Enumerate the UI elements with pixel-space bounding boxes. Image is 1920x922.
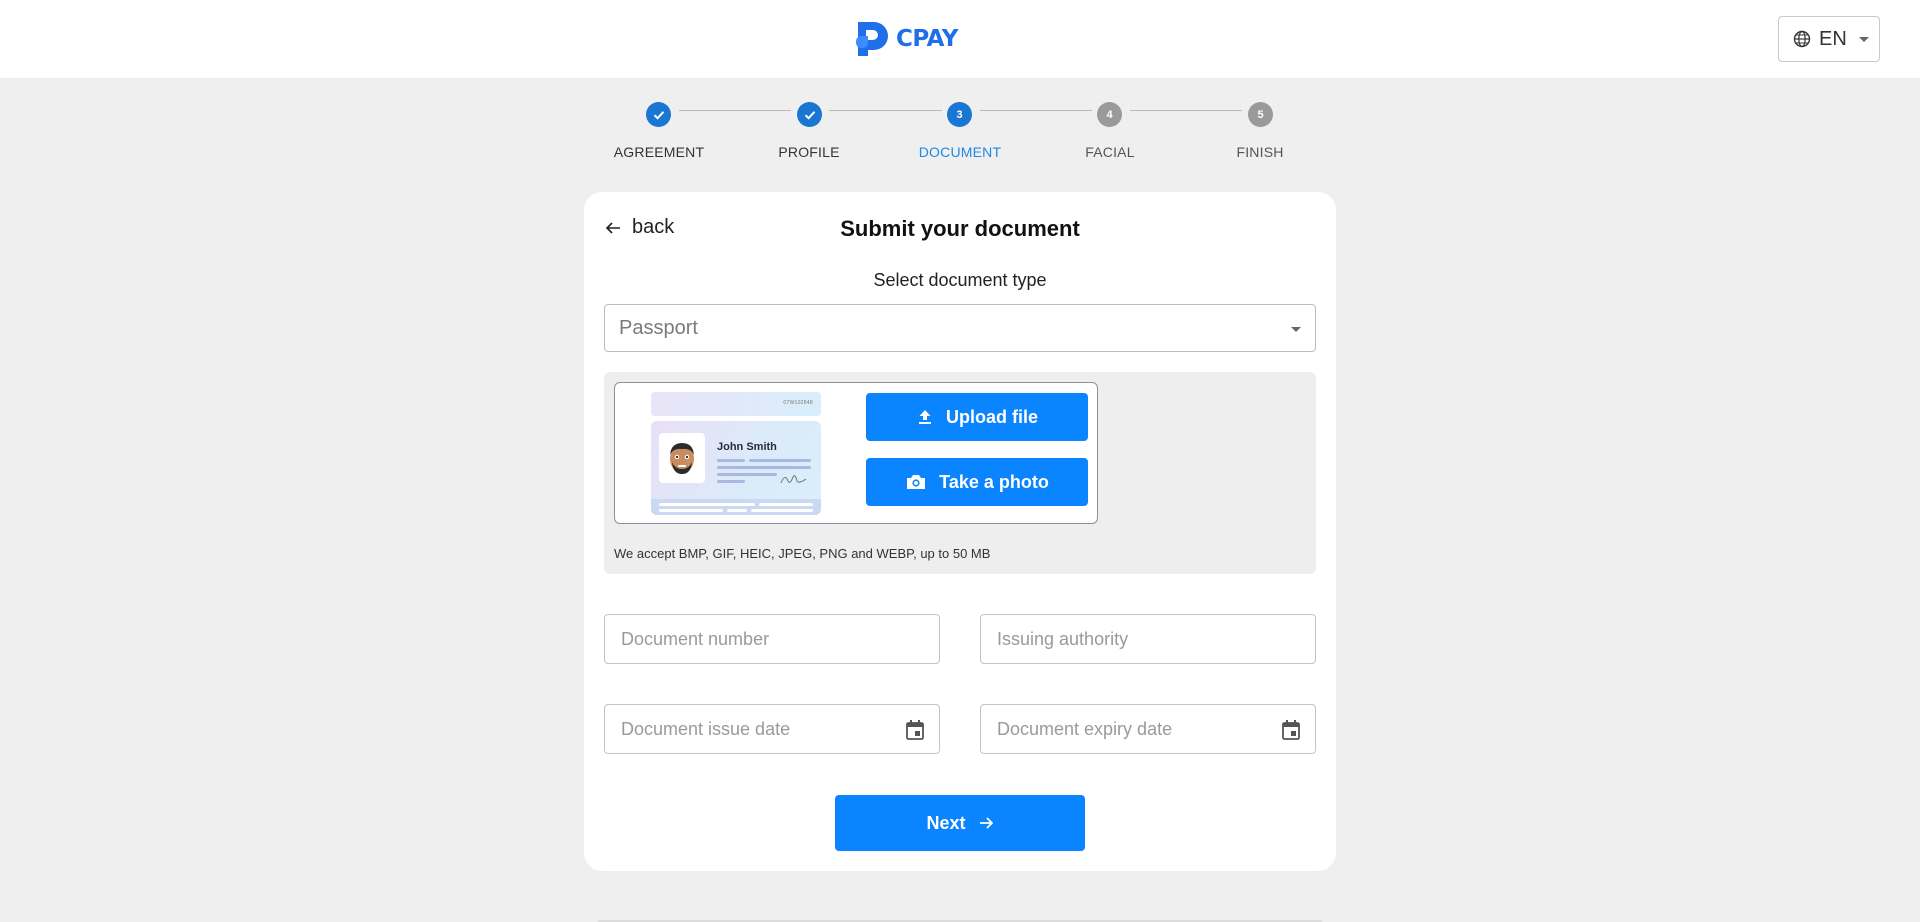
sample-id-line [717, 473, 777, 476]
step-document-number: 3 [947, 102, 972, 127]
step-label-profile: PROFILE [778, 144, 840, 160]
upload-file-label: Upload file [945, 406, 1038, 427]
check-icon [804, 110, 815, 120]
document-number-field[interactable]: Document number [604, 614, 940, 664]
sample-id-mrz [651, 499, 821, 515]
step-label-facial: FACIAL [1085, 144, 1135, 160]
sample-id-number: 07W102848 [783, 400, 813, 406]
document-form-card: back Submit your document Select documen… [584, 192, 1336, 871]
sample-id-card: John Smith [651, 421, 821, 515]
take-photo-button[interactable]: Take a photo [866, 458, 1088, 506]
calendar-icon[interactable] [1281, 719, 1301, 741]
next-label: Next [926, 812, 966, 833]
camera-icon [907, 475, 926, 489]
calendar-icon[interactable] [905, 719, 925, 741]
step-finish-number: 5 [1248, 102, 1273, 127]
step-connector [829, 110, 942, 111]
sample-id-line [749, 459, 811, 462]
document-type-label: Select document type [873, 270, 1047, 290]
accepted-formats-note: We accept BMP, GIF, HEIC, JPEG, PNG and … [614, 546, 991, 561]
take-photo-label: Take a photo [939, 471, 1049, 492]
step-label-document: DOCUMENT [918, 144, 1002, 160]
upload-file-button[interactable]: Upload file [866, 393, 1088, 441]
step-connector [1130, 110, 1242, 111]
step-connector [679, 110, 791, 111]
page-title: Submit your document [840, 216, 1080, 241]
next-button[interactable]: Next [835, 795, 1085, 851]
sample-id-card-back: 07W102848 [651, 392, 821, 416]
upload-area: 07W102848 John Smith Upload file Take a … [604, 372, 1316, 574]
upload-icon [918, 410, 931, 424]
issue-date-field[interactable]: Document issue date [604, 704, 940, 754]
sample-id-name: John Smith [717, 441, 777, 453]
brand-name: CPAY [896, 26, 958, 52]
issue-date-placeholder: Document issue date [621, 718, 791, 739]
step-label-finish: FINISH [1236, 144, 1284, 160]
expiry-date-placeholder: Document expiry date [997, 718, 1173, 739]
step-agreement-check [646, 102, 671, 127]
step-label-agreement: AGREEMENT [613, 144, 705, 160]
top-header: CPAY EN [0, 0, 1920, 78]
chevron-down-icon [1291, 327, 1301, 332]
sample-id-line [717, 466, 811, 469]
document-type-select[interactable]: Passport [604, 304, 1316, 352]
avatar [659, 433, 705, 483]
issuing-authority-field[interactable]: Issuing authority [980, 614, 1316, 664]
upload-box: 07W102848 John Smith Upload file Take a … [614, 382, 1098, 524]
step-connector [980, 110, 1092, 111]
signature-icon [780, 475, 807, 484]
arrow-right-icon [979, 817, 993, 829]
check-icon [653, 110, 664, 120]
sample-id-line [717, 459, 745, 462]
chevron-down-icon [1858, 36, 1869, 42]
cpay-logo[interactable]: CPAY [854, 20, 958, 58]
globe-icon [1793, 30, 1811, 48]
language-label: EN [1819, 27, 1847, 50]
document-type-value: Passport [619, 316, 698, 339]
language-selector[interactable]: EN [1778, 16, 1880, 62]
expiry-date-field[interactable]: Document expiry date [980, 704, 1316, 754]
step-facial-number: 4 [1097, 102, 1122, 127]
step-profile-check [797, 102, 822, 127]
person-avatar-icon [670, 443, 694, 474]
cpay-logo-icon [856, 22, 888, 56]
sample-id-line [717, 480, 745, 483]
